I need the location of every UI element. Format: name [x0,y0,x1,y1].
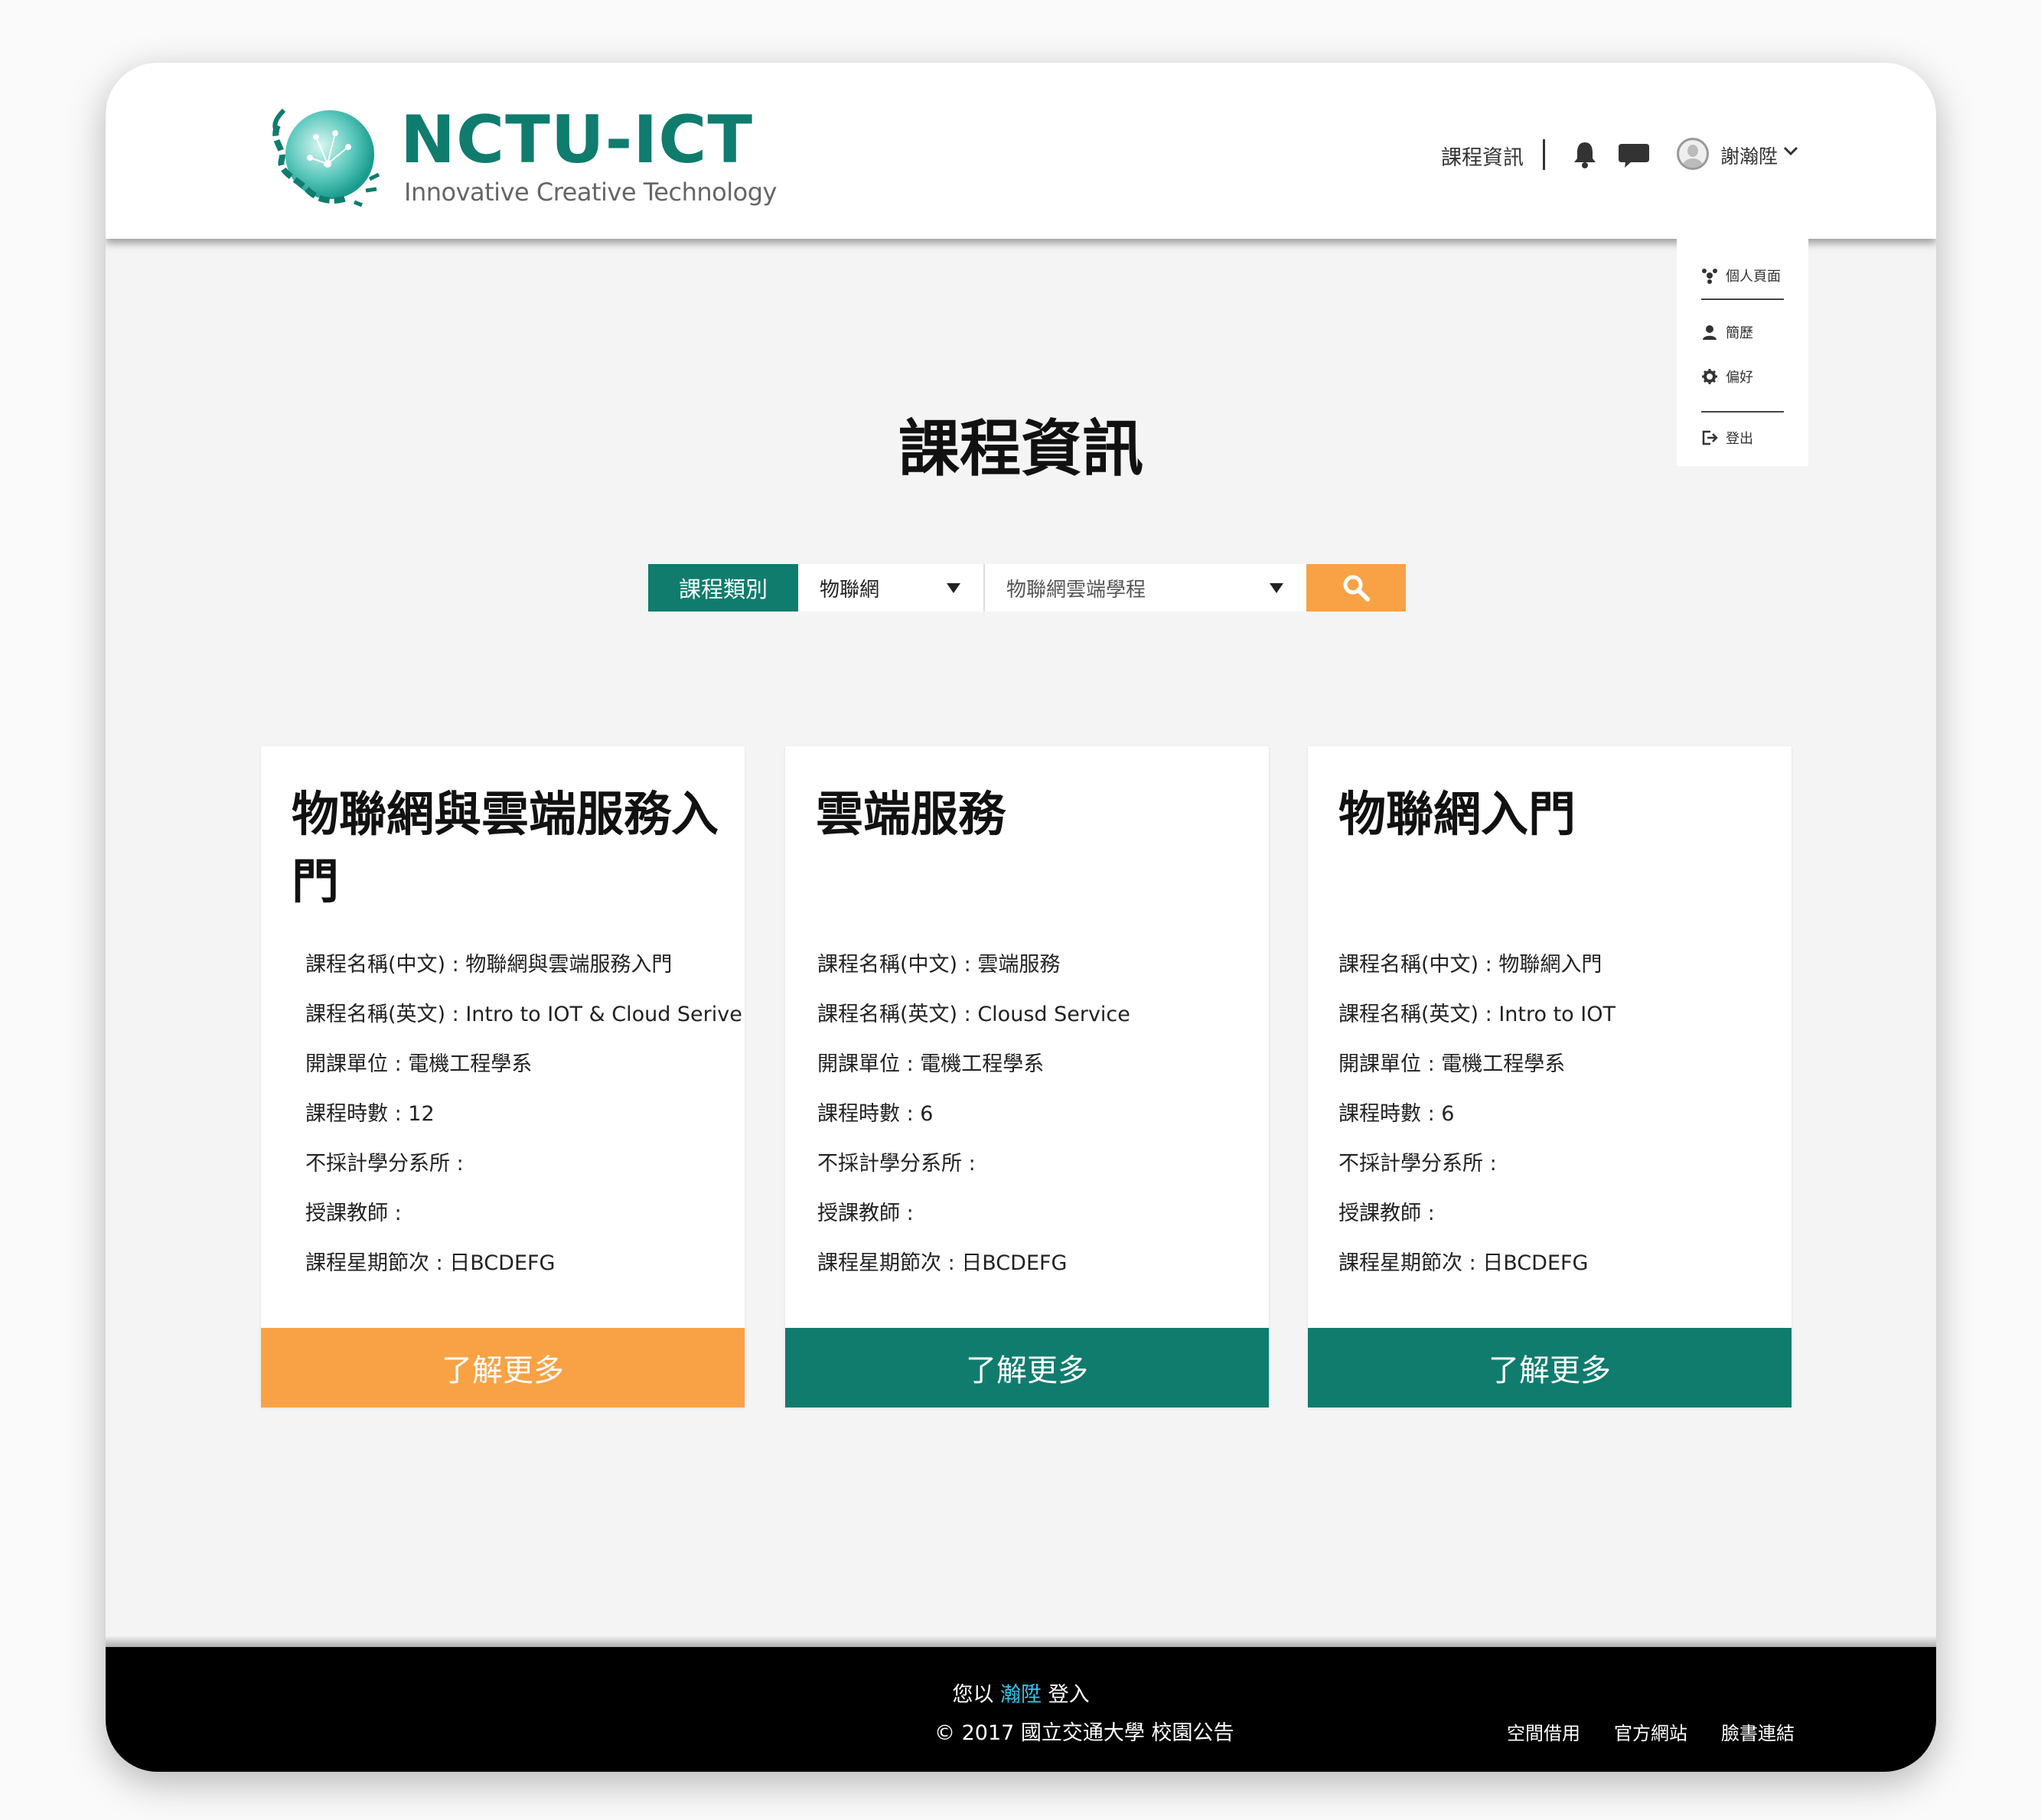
login-user-link[interactable]: 瀚陞 [1000,1683,1042,1707]
menu-item-label: 偏好 [1726,370,1753,386]
course-info: 課程名稱(中文) : 物聯網入門 課程名稱(英文) : Intro to IOT… [1338,951,1775,1300]
footer-links: 空間借用 官方網站 臉書連結 [1507,1718,1795,1745]
course-unit: 開課單位 : 電機工程學系 [817,1052,1045,1076]
menu-divider [1701,411,1784,413]
caret-down-icon [1270,582,1283,593]
course-teacher: 授課教師 : [305,1202,402,1225]
course-hours: 課程時數 : 12 [305,1102,435,1126]
caret-down-icon [947,582,960,593]
learn-more-button[interactable]: 了解更多 [785,1328,1269,1407]
category-label: 課程類別 [648,564,798,612]
category-select[interactable]: 物聯網 [798,564,985,612]
search-button[interactable] [1306,564,1406,612]
gear-icon [1702,369,1717,384]
program-select[interactable]: 物聯網雲端學程 [985,564,1306,612]
top-header: NCTU-ICT Innovative Creative Technology … [106,63,1936,239]
app-window: NCTU-ICT Innovative Creative Technology … [106,63,1936,1772]
user-icon [1703,325,1717,340]
course-unit: 開課單位 : 電機工程學系 [1338,1052,1566,1076]
course-title: 物聯網與雲端服務入門 [292,786,719,909]
logo-globe-icon [272,108,380,207]
learn-more-button[interactable]: 了解更多 [1308,1328,1792,1407]
category-select-value: 物聯網 [820,578,880,602]
course-excluded-depts: 不採計學分系所 : [305,1152,464,1176]
course-name-en: 課程名稱(英文) : Intro to IOT [1338,1003,1616,1026]
user-menu-dropdown: 個人頁面 簡歷 偏好 登出 [1677,235,1808,466]
course-excluded-depts: 不採計學分系所 : [1338,1152,1497,1176]
program-select-value: 物聯網雲端學程 [1006,578,1146,602]
menu-item-resume[interactable]: 簡歷 [1701,322,1753,342]
course-info: 課程名稱(中文) : 物聯網與雲端服務入門 課程名稱(英文) : Intro t… [305,951,742,1300]
menu-item-profile-page[interactable]: 個人頁面 [1701,266,1781,285]
chat-icon[interactable] [1617,142,1651,168]
course-teacher: 授課教師 : [1338,1202,1435,1225]
search-icon [1343,575,1370,602]
course-search-bar: 課程類別 物聯網 物聯網雲端學程 [648,564,1406,612]
avatar[interactable] [1677,138,1709,170]
footer-link-facebook[interactable]: 臉書連結 [1721,1718,1795,1745]
bell-icon[interactable] [1572,141,1598,168]
course-title: 物聯網入門 [1338,786,1576,842]
footer-link-official-site[interactable]: 官方網站 [1614,1718,1687,1745]
menu-divider [1701,298,1784,300]
page-title: 課程資訊 [898,413,1143,484]
nav-divider [1543,139,1545,170]
course-hours: 課程時數 : 6 [1338,1102,1455,1126]
course-hours: 課程時數 : 6 [817,1102,934,1126]
menu-item-logout[interactable]: 登出 [1701,428,1753,448]
menu-item-label: 個人頁面 [1726,269,1781,285]
course-info: 課程名稱(中文) : 雲端服務 課程名稱(英文) : Clousd Servic… [817,951,1254,1300]
course-schedule: 課程星期節次 : 日BCDEFG [305,1251,556,1275]
chevron-down-icon[interactable] [1782,142,1800,160]
course-card: 物聯網與雲端服務入門 課程名稱(中文) : 物聯網與雲端服務入門 課程名稱(英文… [261,746,745,1407]
course-name-en: 課程名稱(英文) : Intro to IOT & Cloud Serive [305,1003,742,1026]
profile-page-icon [1702,269,1717,284]
footer-link-space-rental[interactable]: 空間借用 [1507,1718,1580,1745]
menu-item-label: 登出 [1726,431,1753,447]
nctu-ict-logo[interactable]: NCTU-ICT Innovative Creative Technology [262,95,777,217]
user-name[interactable]: 謝瀚陞 [1720,142,1778,169]
course-teacher: 授課教師 : [817,1202,914,1225]
footer: 您以 瀚陞 登入 © 2017 國立交通大學 校園公告 空間借用 官方網站 臉書… [106,1647,1936,1772]
course-card: 雲端服務 課程名稱(中文) : 雲端服務 課程名稱(英文) : Clousd S… [785,746,1269,1407]
logo-subtitle: Innovative Creative Technology [404,178,777,207]
learn-more-button[interactable]: 了解更多 [261,1328,745,1407]
course-name-zh: 課程名稱(中文) : 物聯網入門 [1338,953,1602,977]
menu-item-label: 簡歷 [1726,325,1753,341]
course-title: 雲端服務 [816,786,1006,842]
copyright: © 2017 國立交通大學 校園公告 [934,1721,1234,1745]
course-card: 物聯網入門 課程名稱(中文) : 物聯網入門 課程名稱(英文) : Intro … [1308,746,1792,1407]
login-suffix: 登入 [1048,1683,1090,1707]
course-name-zh: 課程名稱(中文) : 物聯網與雲端服務入門 [305,953,673,977]
course-excluded-depts: 不採計學分系所 : [817,1152,976,1176]
login-prefix: 您以 [952,1683,994,1707]
logo-title: NCTU-ICT [400,102,754,178]
login-status: 您以 瀚陞 登入 [106,1678,1936,1707]
course-unit: 開課單位 : 電機工程學系 [305,1052,533,1076]
course-name-en: 課程名稱(英文) : Clousd Service [817,1003,1130,1026]
nav-course-info-link[interactable]: 課程資訊 [1441,141,1524,171]
menu-item-preferences[interactable]: 偏好 [1701,367,1753,387]
course-schedule: 課程星期節次 : 日BCDEFG [1338,1251,1589,1275]
course-schedule: 課程星期節次 : 日BCDEFG [817,1251,1068,1275]
course-name-zh: 課程名稱(中文) : 雲端服務 [817,953,1061,977]
logout-icon [1702,430,1718,445]
